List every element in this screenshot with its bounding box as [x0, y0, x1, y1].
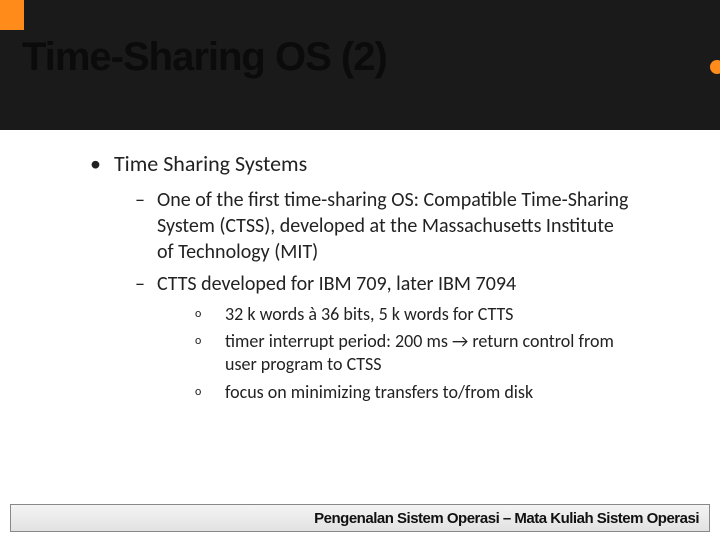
accent-square [0, 0, 24, 30]
bullet-heading: Time Sharing Systems [90, 150, 640, 179]
bullet-sub2a: 32 k words à 36 bits, 5 k words for CTTS [195, 303, 630, 326]
footer-text: Pengenalan Sistem Operasi – Mata Kuliah … [314, 510, 699, 527]
bullet-sub1: One of the first time-sharing OS: Compat… [135, 187, 630, 265]
bullet-sub2: CTTS developed for IBM 709, later IBM 70… [135, 271, 630, 297]
accent-dot [710, 60, 720, 74]
slide-title: Time-Sharing OS (2) [22, 35, 387, 80]
footer-bar: Pengenalan Sistem Operasi – Mata Kuliah … [10, 504, 710, 532]
slide-content: Time Sharing Systems One of the first ti… [80, 150, 640, 480]
slide: Time-Sharing OS (2) Time Sharing Systems… [0, 0, 720, 540]
bullet-sub2b: timer interrupt period: 200 ms → return … [195, 330, 630, 377]
bullet-sub2c: focus on minimizing transfers to/from di… [195, 381, 630, 404]
